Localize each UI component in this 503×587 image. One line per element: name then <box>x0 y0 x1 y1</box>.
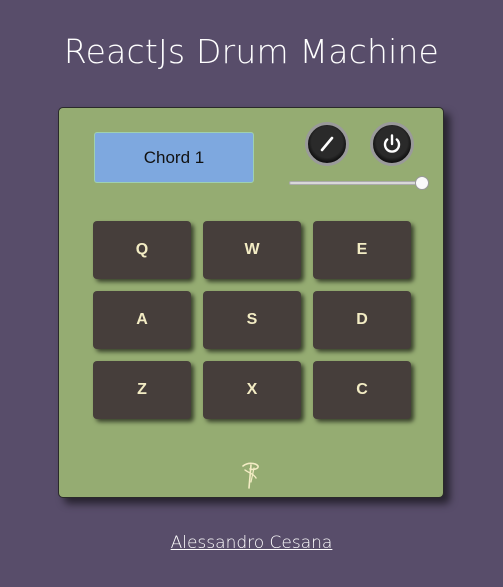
drum-pad-label: Q <box>135 241 149 258</box>
drum-pad-label: S <box>246 311 258 328</box>
drum-pad-a[interactable]: A <box>93 291 191 349</box>
author-link[interactable]: Alessandro Cesana <box>0 533 503 553</box>
drum-pad-q[interactable]: Q <box>93 221 191 279</box>
drum-pad-label: C <box>356 381 368 398</box>
volume-slider[interactable] <box>289 176 429 190</box>
drum-machine: Chord 1 Q W E A S D Z X C <box>58 107 444 498</box>
drum-pad-s[interactable]: S <box>203 291 301 349</box>
page-title: ReactJs Drum Machine <box>63 32 440 71</box>
volume-slider-track[interactable] <box>289 181 421 185</box>
display-panel: Chord 1 <box>94 132 254 183</box>
volume-knob[interactable] <box>305 122 349 166</box>
drum-pad-label: Z <box>137 381 147 398</box>
drum-pad-label: A <box>136 311 148 328</box>
power-icon <box>383 134 401 153</box>
drum-pad-z[interactable]: Z <box>93 361 191 419</box>
drum-pad-e[interactable]: E <box>313 221 411 279</box>
drum-pad-label: X <box>246 381 258 398</box>
volume-slider-thumb[interactable] <box>415 176 429 190</box>
needle-icon <box>320 136 334 152</box>
drum-pad-d[interactable]: D <box>313 291 411 349</box>
power-button[interactable] <box>370 122 414 166</box>
drum-pad-c[interactable]: C <box>313 361 411 419</box>
drum-pad-x[interactable]: X <box>203 361 301 419</box>
display-text: Chord 1 <box>143 147 205 167</box>
drum-pad-w[interactable]: W <box>203 221 301 279</box>
drum-pad-label: W <box>244 241 260 258</box>
drum-pad-label: D <box>356 311 368 328</box>
drum-pad-label: E <box>356 241 368 258</box>
freecodecamp-logo-icon <box>242 462 259 489</box>
